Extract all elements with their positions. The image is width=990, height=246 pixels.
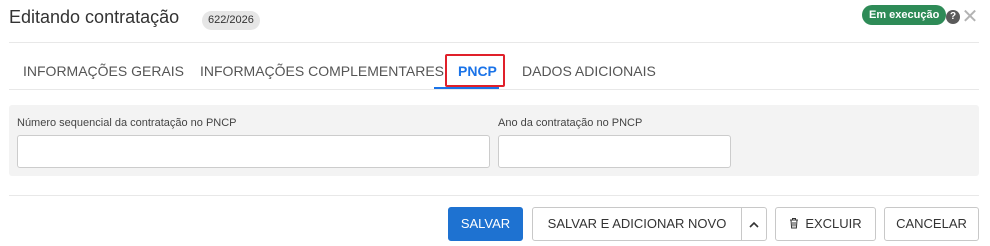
status-badge: Em execução <box>862 5 947 25</box>
save-button[interactable]: SALVAR <box>448 207 523 241</box>
chevron-up-icon[interactable] <box>741 207 767 241</box>
trash-icon <box>790 218 799 229</box>
pncp-form-panel: Número sequencial da contratação no PNCP… <box>9 105 979 176</box>
dialog-header: Editando contratação 622/2026 Em execuçã… <box>0 0 990 42</box>
header-divider <box>9 42 979 43</box>
contract-year-input[interactable] <box>498 135 731 168</box>
cancel-button[interactable]: CANCELAR <box>884 207 979 241</box>
tabs-divider <box>9 89 979 90</box>
tab-informacoes-complementares[interactable]: INFORMAÇÕES COMPLEMENTARES <box>200 52 444 90</box>
delete-button[interactable]: EXCLUIR <box>775 207 876 241</box>
sequence-number-label: Número sequencial da contratação no PNCP <box>17 117 237 129</box>
tab-dados-adicionais[interactable]: DADOS ADICIONAIS <box>522 52 656 90</box>
contract-year-label: Ano da contratação no PNCP <box>498 117 643 129</box>
save-and-add-new-button[interactable]: SALVAR E ADICIONAR NOVO <box>532 207 742 241</box>
tab-informacoes-gerais[interactable]: INFORMAÇÕES GERAIS <box>23 52 184 90</box>
close-icon[interactable]: ✕ <box>961 7 979 27</box>
footer-divider <box>9 195 979 196</box>
edit-contract-dialog: Editando contratação 622/2026 Em execuçã… <box>0 0 990 246</box>
delete-button-label: EXCLUIR <box>805 216 862 231</box>
help-icon[interactable]: ? <box>946 10 960 24</box>
tab-highlight-box <box>445 54 505 87</box>
page-title: Editando contratação <box>9 7 180 27</box>
count-badge: 622/2026 <box>202 11 260 30</box>
sequence-number-input[interactable] <box>17 135 490 168</box>
